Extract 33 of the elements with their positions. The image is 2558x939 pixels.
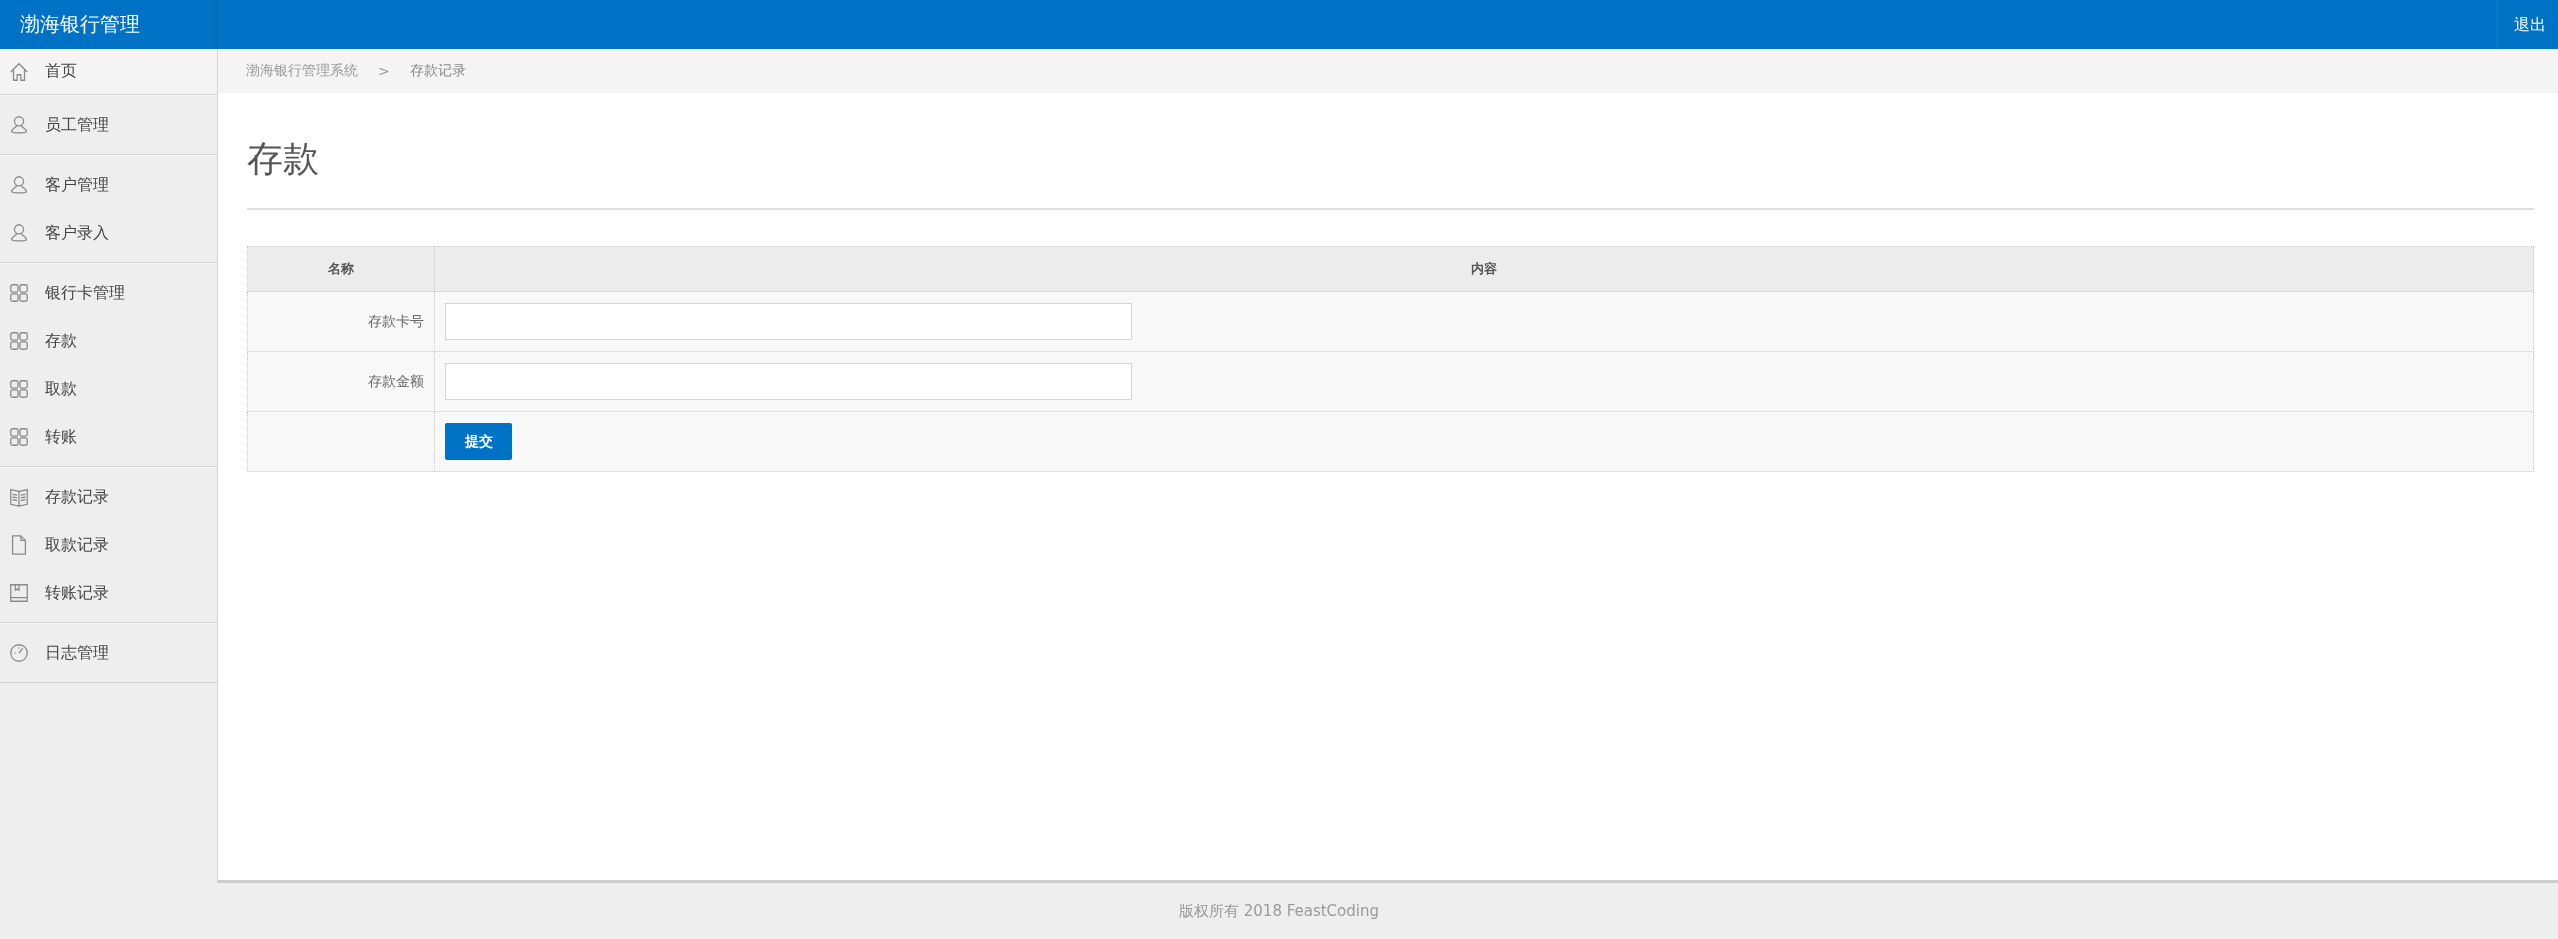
sidebar-item[interactable]: 存款记录 — [0, 473, 217, 521]
sidebar-item[interactable]: 首页 — [0, 49, 217, 94]
copyright-text: 版权所有 2018 FeastCoding — [1179, 901, 1379, 921]
notebook-icon — [8, 582, 30, 604]
sidebar-item[interactable]: 客户管理 — [0, 161, 217, 209]
column-header: 内容 — [434, 246, 2534, 292]
breadcrumb-separator: > — [378, 63, 390, 79]
sidebar-item[interactable]: 日志管理 — [0, 629, 217, 677]
field-label: 存款金额 — [247, 351, 435, 412]
page-title: 存款 — [247, 137, 320, 181]
sidebar-item[interactable]: 银行卡管理 — [0, 269, 217, 317]
grid-icon — [8, 330, 30, 352]
grid-icon — [8, 426, 30, 448]
input-field[interactable] — [445, 303, 1132, 340]
person-icon — [8, 174, 30, 196]
field-label: 存款卡号 — [247, 291, 435, 352]
sidebar-item[interactable]: 取款记录 — [0, 521, 217, 569]
sidebar-item[interactable]: 转账 — [0, 413, 217, 461]
grid-icon — [8, 378, 30, 400]
sidebar-item[interactable]: 客户录入 — [0, 209, 217, 257]
input-field[interactable] — [445, 363, 1132, 400]
person-icon — [8, 114, 30, 136]
sidebar-item[interactable]: 取款 — [0, 365, 217, 413]
sidebar-item[interactable]: 员工管理 — [0, 101, 217, 149]
grid-icon — [8, 282, 30, 304]
column-header: 名称 — [247, 246, 435, 292]
sidebar-item[interactable]: 存款 — [0, 317, 217, 365]
book-icon — [8, 486, 30, 508]
person-icon — [8, 222, 30, 244]
home-icon — [8, 60, 30, 83]
gauge-icon — [8, 642, 30, 664]
sidebar-item[interactable]: 转账记录 — [0, 569, 217, 617]
submit-button[interactable]: 提交 — [445, 423, 512, 460]
